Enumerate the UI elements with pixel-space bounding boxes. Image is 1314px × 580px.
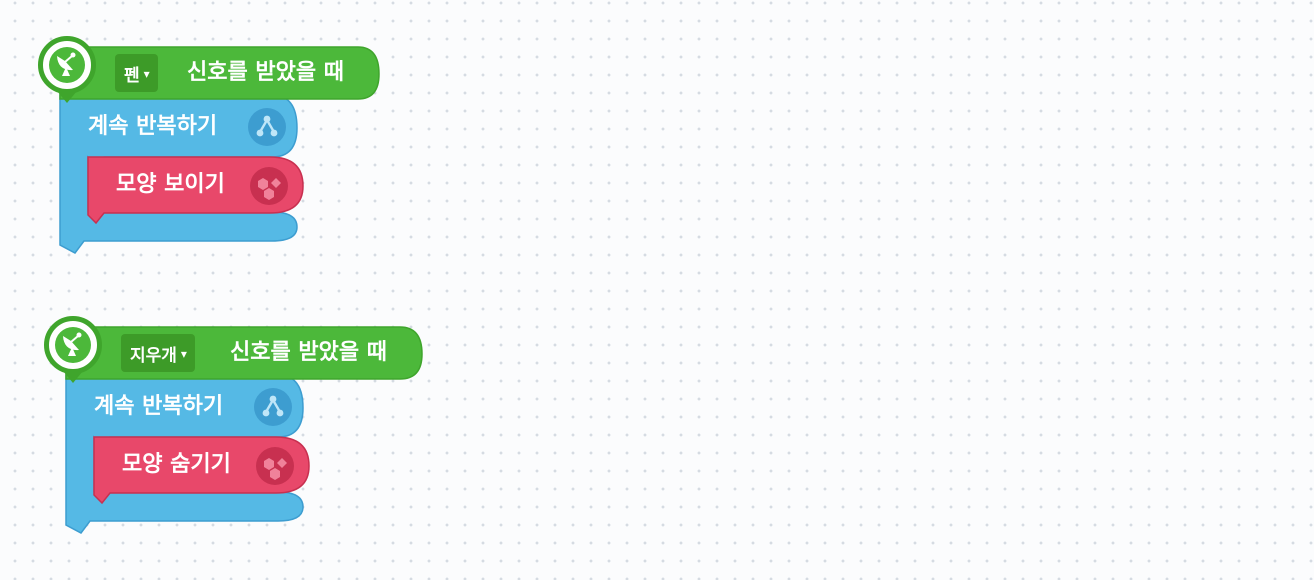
hide-block-label: 모양 숨기기 [122, 452, 231, 477]
forever-loop-label: 계속 반복하기 [94, 394, 224, 419]
chevron-down-icon: ▾ [180, 347, 187, 361]
script-pen-signal[interactable]: 펜 ▾ 신호를 받았을 때 계속 반복하기 모양 보이기 [38, 36, 398, 258]
forever-loop-label: 계속 반복하기 [88, 114, 218, 139]
flow-branch-icon [248, 108, 286, 146]
satellite-dish-icon [49, 47, 85, 83]
hat-icon-badge [38, 36, 96, 94]
signal-dropdown-value: 지우개 [130, 345, 177, 366]
hat-icon-pointer [63, 371, 83, 383]
hat-icon-pointer [57, 91, 77, 103]
hat-block-label: 신호를 받았을 때 [230, 340, 387, 365]
hat-block-label: 신호를 받았을 때 [187, 60, 344, 85]
signal-dropdown[interactable]: 지우개 ▾ [121, 334, 195, 372]
flow-branch-icon [254, 388, 292, 426]
signal-dropdown-value: 펜 [124, 65, 140, 86]
satellite-dish-icon [55, 327, 91, 363]
signal-dropdown[interactable]: 펜 ▾ [115, 54, 158, 92]
show-block-label: 모양 보이기 [116, 172, 225, 197]
chevron-down-icon: ▾ [143, 67, 150, 81]
script-eraser-signal[interactable]: 지우개 ▾ 신호를 받았을 때 계속 반복하기 모양 숨기기 [44, 316, 444, 538]
shapes-icon [256, 447, 294, 485]
code-canvas[interactable]: 펜 ▾ 신호를 받았을 때 계속 반복하기 모양 보이기 지우개 ▾ 신호를 받… [0, 0, 1314, 580]
shapes-icon [250, 167, 288, 205]
hat-icon-badge [44, 316, 102, 374]
